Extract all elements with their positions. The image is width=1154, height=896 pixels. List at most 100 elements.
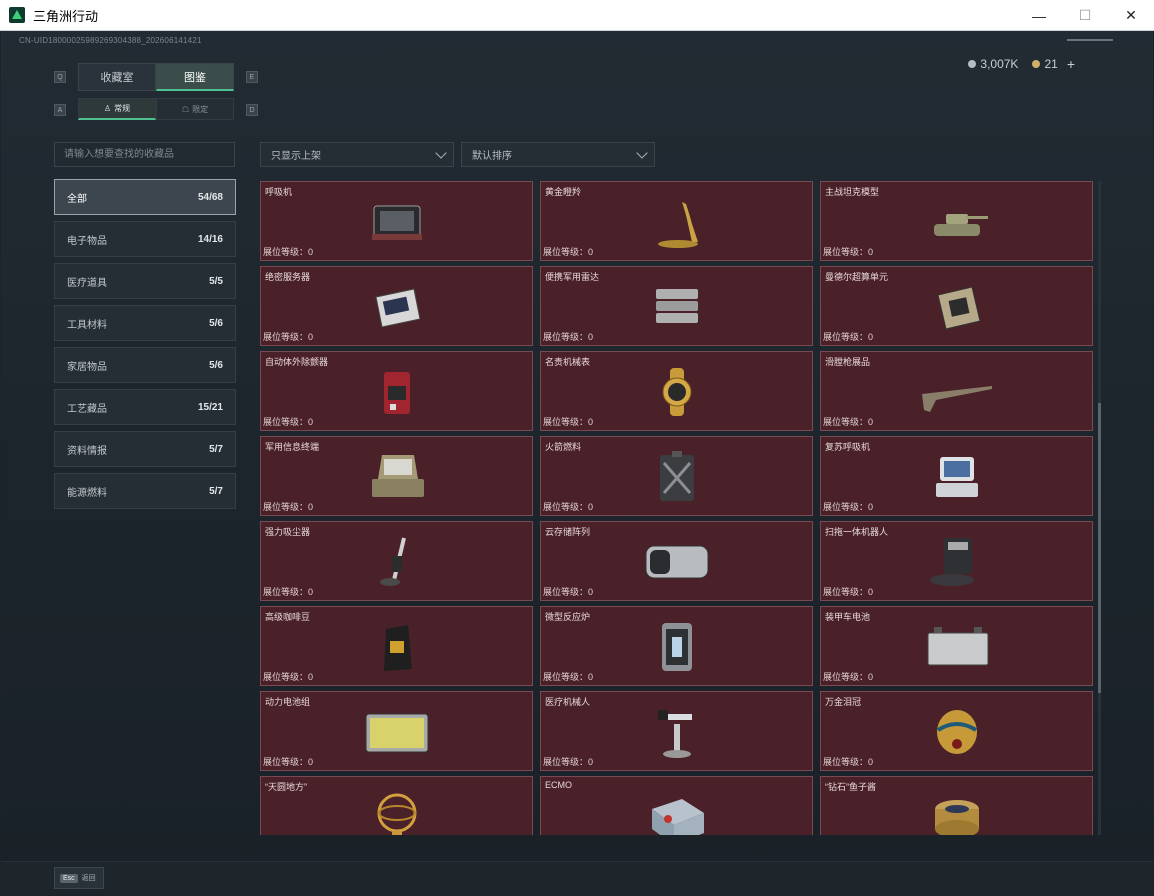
tab-codex[interactable]: 图鉴 <box>156 63 234 91</box>
collectible-card[interactable]: 便携军用雷达 展位等级：0 <box>540 266 813 346</box>
category-item[interactable]: 资料情报 5/7 <box>54 431 236 467</box>
esc-key-hint: Esc <box>60 873 78 883</box>
scrollbar-thumb[interactable] <box>1098 403 1101 693</box>
collectible-card[interactable]: 云存储阵列 展位等级：0 <box>540 521 813 601</box>
supercomputer-icon <box>922 279 992 335</box>
ecmo-icon <box>642 789 712 835</box>
category-item[interactable]: 工具材料 5/6 <box>54 305 236 341</box>
silver-amount: 3,007K <box>980 57 1019 71</box>
collectible-card[interactable]: 黄金瞪羚 展位等级：0 <box>540 181 813 261</box>
key-hint-a: A <box>54 104 66 116</box>
tank-model-icon <box>922 194 992 250</box>
category-label: 工具材料 <box>67 319 107 331</box>
defibrillator-icon <box>362 364 432 420</box>
collectible-card[interactable]: 曼德尔超算单元 展位等级：0 <box>820 266 1093 346</box>
resuscitator-icon <box>922 449 992 505</box>
decorative-line <box>1067 39 1113 41</box>
key-hint-e: E <box>246 71 258 83</box>
subtab-normal[interactable]: ♙ 常规 <box>78 98 156 120</box>
item-name: 军用信息终端 <box>265 442 320 452</box>
item-name: 云存储阵列 <box>545 527 591 537</box>
category-item[interactable]: 电子物品 14/16 <box>54 221 236 257</box>
collectible-card[interactable]: 火箭燃料 展位等级：0 <box>540 436 813 516</box>
radar-icon <box>642 279 712 335</box>
category-label: 医疗道具 <box>67 277 107 289</box>
item-name: 火箭燃料 <box>545 442 582 452</box>
collectible-card[interactable]: ECMO 展位等级：0 <box>540 776 813 835</box>
category-label: 能源燃料 <box>67 487 107 499</box>
category-item[interactable]: 家居物品 5/6 <box>54 347 236 383</box>
item-name: 动力电池组 <box>265 697 311 707</box>
ventilator-icon <box>362 194 432 250</box>
collectible-card[interactable]: 自动体外除颤器 展位等级：0 <box>260 351 533 431</box>
coffee-bag-icon <box>362 619 432 675</box>
collectible-card[interactable]: 名贵机械表 展位等级：0 <box>540 351 813 431</box>
category-item[interactable]: 能源燃料 5/7 <box>54 473 236 509</box>
booth-level: 展位等级：0 <box>823 757 874 767</box>
collectible-card[interactable]: 滑膛枪展品 展位等级：0 <box>820 351 1093 431</box>
bottom-bar: Esc 返回 <box>1 861 1153 895</box>
collectible-card[interactable]: 万金泪冠 展位等级：0 <box>820 691 1093 771</box>
shelf-filter-dropdown[interactable]: 只显示上架 <box>260 142 454 167</box>
collectible-card[interactable]: 微型反应炉 展位等级：0 <box>540 606 813 686</box>
collectible-card[interactable]: 复苏呼吸机 展位等级：0 <box>820 436 1093 516</box>
item-name: 便携军用雷达 <box>545 272 600 282</box>
minimize-button[interactable]: — <box>1016 0 1062 31</box>
booth-level: 展位等级：0 <box>263 332 314 342</box>
robot-vacuum-icon <box>922 534 992 590</box>
category-item[interactable]: 医疗道具 5/5 <box>54 263 236 299</box>
collectible-card[interactable]: 动力电池组 展位等级：0 <box>260 691 533 771</box>
sort-value: 默认排序 <box>472 151 512 162</box>
booth-level: 展位等级：0 <box>823 247 874 257</box>
item-name: 医疗机械人 <box>545 697 591 707</box>
booth-level: 展位等级：0 <box>543 672 594 682</box>
golden-gazelle-icon <box>642 194 712 250</box>
caviar-icon <box>922 789 992 835</box>
limited-icon: ☖ <box>181 104 190 114</box>
booth-level: 展位等级：0 <box>263 417 314 427</box>
item-name: 扫拖一体机器人 <box>825 527 889 537</box>
category-sidebar: 全部 54/68 电子物品 14/16 医疗道具 5/5 工具材料 5/6 家居物品 5/6 工艺藏… <box>54 179 236 515</box>
item-grid-viewport[interactable]: 呼吸机 展位等级：0 黄金瞪羚 展位等级：0 主战坦克模型 展位等级：0 绝密服务器 … <box>260 181 1096 835</box>
booth-level: 展位等级：0 <box>823 502 874 512</box>
add-currency-button[interactable]: + <box>1067 56 1075 72</box>
sort-dropdown[interactable]: 默认排序 <box>461 142 655 167</box>
item-name: 呼吸机 <box>265 187 293 197</box>
category-count: 5/6 <box>209 359 223 371</box>
maximize-button[interactable]: ☐ <box>1062 0 1108 31</box>
item-name: 自动体外除颤器 <box>265 357 329 367</box>
item-name: 绝密服务器 <box>265 272 311 282</box>
search-input[interactable] <box>54 142 235 167</box>
booth-level: 展位等级：0 <box>823 417 874 427</box>
close-button[interactable]: ✕ <box>1108 0 1154 31</box>
item-name: “钻石”鱼子酱 <box>825 782 876 792</box>
tab-collection[interactable]: 收藏室 <box>78 63 156 91</box>
collectible-card[interactable]: “钻石”鱼子酱 展位等级：0 <box>820 776 1093 835</box>
item-name: 复苏呼吸机 <box>825 442 871 452</box>
scrollbar-track[interactable] <box>1098 181 1101 835</box>
collectible-card[interactable]: 强力吸尘器 展位等级：0 <box>260 521 533 601</box>
battery-pack-icon <box>362 704 432 760</box>
item-name: 滑膛枪展品 <box>825 357 871 367</box>
collectible-card[interactable]: 装甲车电池 展位等级：0 <box>820 606 1093 686</box>
booth-level: 展位等级：0 <box>543 502 594 512</box>
collectible-card[interactable]: 主战坦克模型 展位等级：0 <box>820 181 1093 261</box>
item-name: 万金泪冠 <box>825 697 862 707</box>
collectible-card[interactable]: 呼吸机 展位等级：0 <box>260 181 533 261</box>
collectible-card[interactable]: 军用信息终端 展位等级：0 <box>260 436 533 516</box>
subtab-limited[interactable]: ☖ 限定 <box>156 98 234 120</box>
collectible-card[interactable]: 医疗机械人 展位等级：0 <box>540 691 813 771</box>
back-button[interactable]: Esc 返回 <box>54 867 104 889</box>
category-item[interactable]: 工艺藏品 15/21 <box>54 389 236 425</box>
server-icon <box>362 279 432 335</box>
booth-level: 展位等级：0 <box>823 587 874 597</box>
category-item[interactable]: 全部 54/68 <box>54 179 236 215</box>
booth-level: 展位等级：0 <box>823 672 874 682</box>
reactor-icon <box>642 619 712 675</box>
collectible-card[interactable]: 绝密服务器 展位等级：0 <box>260 266 533 346</box>
collectible-card[interactable]: 高级咖啡豆 展位等级：0 <box>260 606 533 686</box>
collectible-card[interactable]: 扫拖一体机器人 展位等级：0 <box>820 521 1093 601</box>
collectible-card[interactable]: “天圆地方” 展位等级：0 <box>260 776 533 835</box>
booth-level: 展位等级：0 <box>823 332 874 342</box>
medical-robot-icon <box>642 704 712 760</box>
